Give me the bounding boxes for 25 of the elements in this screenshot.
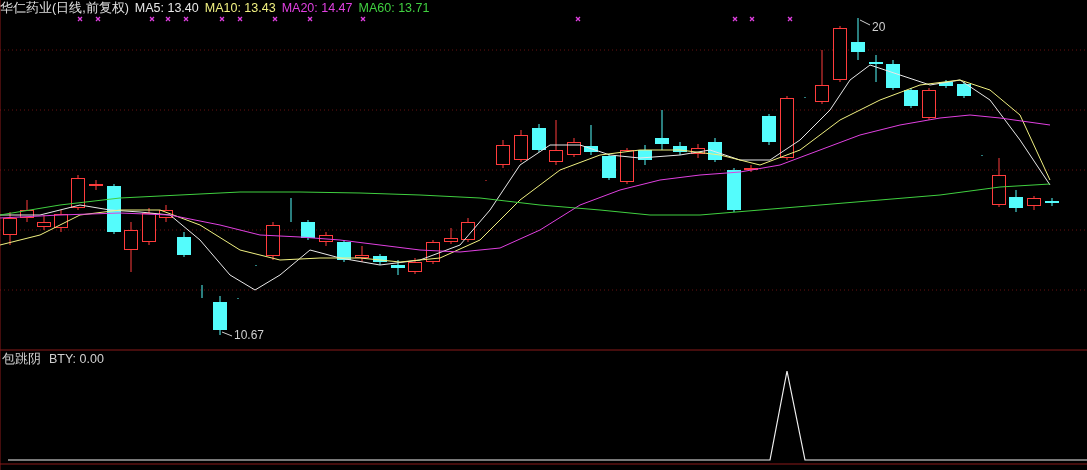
x-mark-icon bbox=[575, 16, 581, 22]
low-price-label: 10.67 bbox=[234, 328, 265, 342]
moving-average-value: MA5: 13.40 bbox=[134, 0, 199, 16]
high-price-label: 20 bbox=[872, 20, 886, 34]
x-mark-icon bbox=[272, 16, 278, 22]
x-mark-icon bbox=[732, 16, 738, 22]
x-mark-icon bbox=[77, 16, 83, 22]
leader-line bbox=[221, 331, 233, 337]
x-mark-icon bbox=[183, 16, 189, 22]
moving-average-value: MA20: 14.47 bbox=[281, 0, 353, 16]
x-mark-icon bbox=[307, 16, 313, 22]
x-mark-icon bbox=[749, 16, 755, 22]
x-mark-icon bbox=[237, 16, 243, 22]
x-mark-icon bbox=[95, 16, 101, 22]
moving-average-value: MA10: 13.43 bbox=[204, 0, 276, 16]
x-mark-icon bbox=[165, 16, 171, 22]
x-mark-icon bbox=[787, 16, 793, 22]
x-mark-icon bbox=[219, 16, 225, 22]
indicator-value: BTY: 0.00 bbox=[49, 351, 104, 367]
moving-average-value: MA60: 13.71 bbox=[358, 0, 430, 16]
indicator-name: 包跳阴 bbox=[2, 351, 41, 367]
leader-line bbox=[859, 19, 871, 26]
x-mark-icon bbox=[360, 16, 366, 22]
x-mark-icon bbox=[149, 16, 155, 22]
stock-title: 华仁药业(日线,前复权) bbox=[0, 0, 129, 16]
